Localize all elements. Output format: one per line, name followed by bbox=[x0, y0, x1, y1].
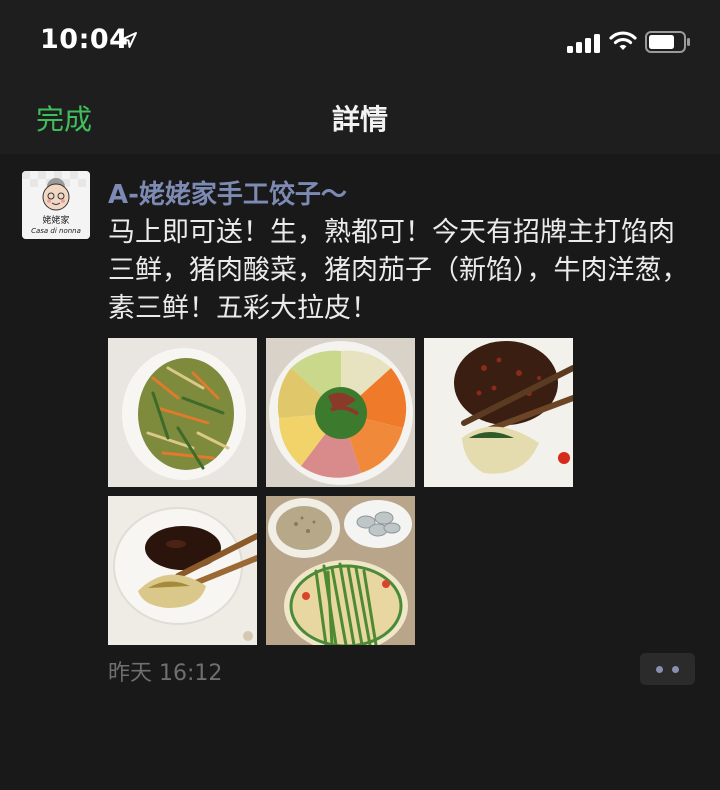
avatar-brand-text: 姥姥家 bbox=[42, 216, 70, 226]
avatar[interactable]: 姥姥家 Casa di nonna bbox=[22, 171, 90, 239]
moment-post: 姥姥家 Casa di nonna A-姥姥家手工饺子～ 马上即可送！生，熟都可… bbox=[0, 154, 720, 790]
post-text: 马上即可送！生，熟都可！今天有招牌主打馅肉三鲜，猪肉酸菜，猪肉茄子（新馅），牛肉… bbox=[108, 217, 689, 324]
photo-dumpling-with-chili-sauce[interactable] bbox=[424, 338, 573, 487]
done-button[interactable]: 完成 bbox=[36, 98, 92, 138]
photo-dumpling-in-soy-sauce[interactable] bbox=[108, 496, 257, 645]
battery-icon bbox=[645, 31, 691, 57]
more-dots-icon bbox=[672, 666, 679, 673]
more-actions-button[interactable] bbox=[640, 653, 695, 685]
nav-bar: 詳情 完成 bbox=[0, 86, 720, 154]
photo-shredded-vegetable-salad[interactable] bbox=[108, 338, 257, 487]
photo-colorful-cold-noodle-platter[interactable] bbox=[266, 338, 415, 487]
post-timestamp: 昨天 16:12 bbox=[108, 661, 223, 686]
page-title: 詳情 bbox=[331, 103, 388, 136]
photo-dumpling-ingredients[interactable] bbox=[266, 496, 415, 645]
status-bar: 10:04 bbox=[0, 0, 720, 86]
signal-icon bbox=[567, 33, 601, 57]
location-arrow-icon bbox=[120, 31, 138, 53]
more-dots-icon bbox=[656, 666, 663, 673]
avatar-subtitle-text: Casa di nonna bbox=[31, 227, 81, 235]
status-time: 10:04 bbox=[40, 24, 129, 55]
author-name[interactable]: A-姥姥家手工饺子～ bbox=[108, 174, 347, 211]
wifi-icon bbox=[609, 30, 637, 56]
